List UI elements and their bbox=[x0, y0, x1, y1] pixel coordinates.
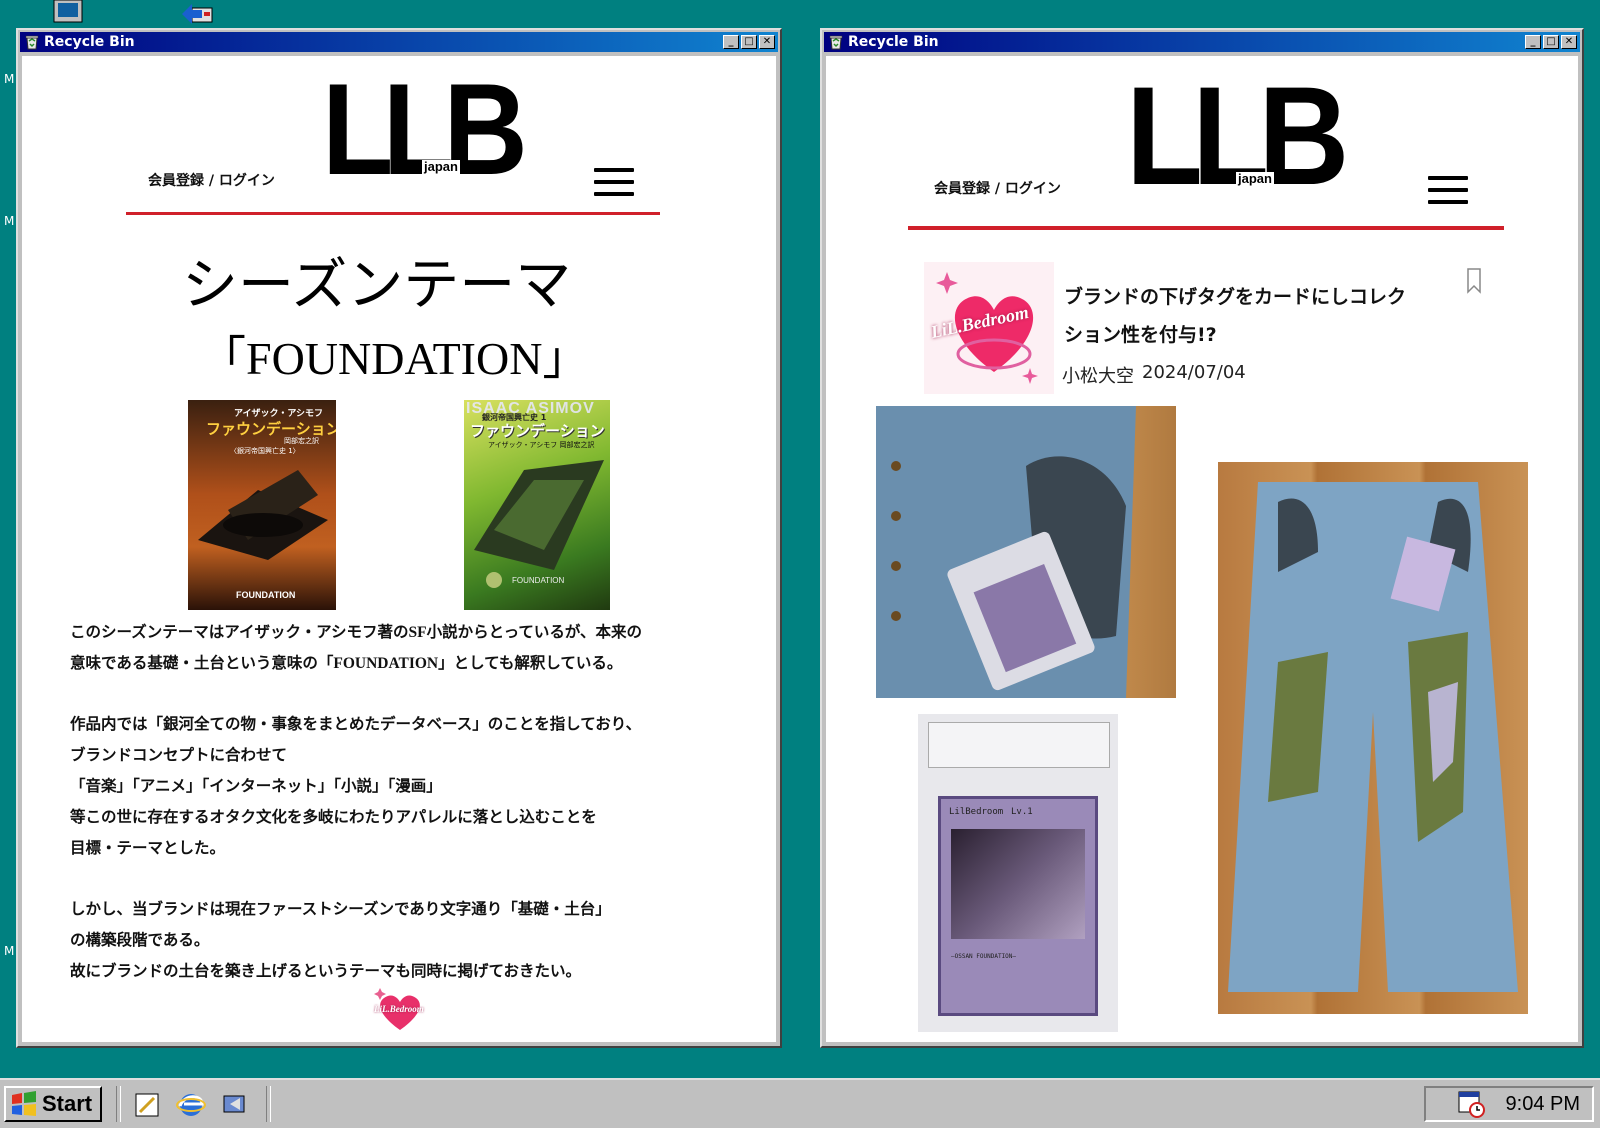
header-divider bbox=[126, 212, 660, 215]
close-button[interactable]: ✕ bbox=[1561, 35, 1577, 49]
page-title: シーズンテーマ bbox=[182, 255, 572, 317]
logo-sub: japan bbox=[1236, 171, 1274, 186]
article-title[interactable]: ブランドの下げタグをカードにしコレク ション性を付与!? bbox=[1064, 278, 1406, 354]
network-icon[interactable] bbox=[178, 0, 214, 26]
logo-sub: japan bbox=[422, 159, 460, 174]
windows-logo-icon bbox=[12, 1091, 36, 1116]
channels-icon[interactable] bbox=[220, 1090, 250, 1120]
desktop-icon-label: M bbox=[4, 72, 15, 86]
minimize-button[interactable]: _ bbox=[723, 35, 739, 49]
paragraph-line: しかし、当ブランドは現在ファーストシーズンであり文字通り「基礎・土台」 bbox=[70, 901, 611, 918]
paragraph-line: 故にブランドの土台を築き上げるというテーマも同時に掲げておきたい。 bbox=[70, 963, 582, 980]
book-bottom: FOUNDATION bbox=[236, 590, 296, 600]
paragraph-line: 目標・テーマとした。 bbox=[70, 840, 226, 857]
paragraph-line: 等この世に存在するオタク文化を多岐にわたりアパレルに落とし込むことを bbox=[70, 809, 597, 826]
paragraph-line: 「音楽」「アニメ」「インターネット」「小説」「漫画」 bbox=[70, 778, 442, 795]
recycle-bin-icon bbox=[25, 35, 39, 50]
book-cover-2: ISAAC ASIMOV 銀河帝国興亡史 1 ファウンデーション アイザック・ア… bbox=[464, 400, 610, 610]
scheduler-icon[interactable] bbox=[1456, 1089, 1486, 1119]
maximize-button[interactable]: □ bbox=[1543, 35, 1559, 49]
photo-graded-card: LilBedroom Lv.1 —OSSAN FOUNDATION— bbox=[918, 714, 1118, 1032]
hamburger-menu-icon[interactable] bbox=[594, 168, 634, 204]
header-divider bbox=[908, 226, 1504, 230]
minimize-button[interactable]: _ bbox=[1525, 35, 1541, 49]
lil-bedroom-logo: LiL.Bedroom bbox=[370, 986, 430, 1036]
notepad-icon[interactable] bbox=[132, 1090, 162, 1120]
article-title-line: ブランドの下げタグをカードにしコレク bbox=[1064, 286, 1407, 308]
clock[interactable]: 9:04 PM bbox=[1506, 1093, 1580, 1116]
card-frame: LilBedroom Lv.1 —OSSAN FOUNDATION— bbox=[938, 796, 1098, 1016]
paragraph-line: の構築段階である。 bbox=[70, 932, 210, 949]
window-right[interactable]: Recycle Bin _ □ ✕ 会員登録 / ログイン LLB japan … bbox=[820, 28, 1584, 1048]
book-title: ファウンデーション bbox=[470, 422, 605, 440]
paragraph-line: 作品内では「銀河全ての物・事象をまとめたデータベース」のことを指しており、 bbox=[70, 716, 642, 733]
login-link[interactable]: 会員登録 / ログイン bbox=[934, 178, 1061, 198]
footer-logo-text: LiL.Bedroom bbox=[374, 1004, 424, 1014]
photo-distressed-jeans bbox=[1218, 462, 1528, 1014]
paragraph-line: このシーズンテーマはアイザック・アシモフ著のSF小説からとっているが、本来の bbox=[70, 624, 643, 641]
my-computer-icon[interactable] bbox=[50, 0, 86, 26]
card-level: Lv.1 bbox=[1011, 807, 1033, 817]
article-author: 小松大空 bbox=[1062, 366, 1134, 387]
article-thumbnail[interactable]: LiL.Bedroom bbox=[924, 262, 1054, 394]
window-left[interactable]: Recycle Bin _ □ ✕ 会員登録 / ログイン LLB japan … bbox=[16, 28, 782, 1048]
window-titlebar[interactable]: Recycle Bin _ □ ✕ bbox=[20, 32, 778, 52]
paragraph-line: 意味である基礎・土台という意味の「FOUNDATION」としても解釈している。 bbox=[70, 655, 623, 672]
desktop-icon-label: M bbox=[4, 214, 15, 228]
close-button[interactable]: ✕ bbox=[759, 35, 775, 49]
internet-explorer-icon[interactable] bbox=[176, 1090, 206, 1120]
window-titlebar[interactable]: Recycle Bin _ □ ✕ bbox=[824, 32, 1580, 52]
logo-text: LLB bbox=[1126, 57, 1349, 214]
login-link[interactable]: 会員登録 / ログイン bbox=[148, 170, 275, 190]
article-title-line: ション性を付与!? bbox=[1064, 324, 1217, 346]
taskbar-separator bbox=[116, 1086, 121, 1122]
page-subtitle: 「FOUNDATION」 bbox=[200, 333, 589, 384]
card-name: LilBedroom bbox=[949, 807, 1004, 817]
logo-text: LLB bbox=[322, 56, 528, 202]
paragraph-line: ブランドコンセプトに合わせて bbox=[70, 747, 288, 764]
window-content: 会員登録 / ログイン LLB japan LiL.Bedroom ブランドの下… bbox=[826, 56, 1578, 1042]
photo-jeans-pocket bbox=[876, 406, 1176, 698]
llb-logo[interactable]: LLB japan bbox=[322, 64, 528, 194]
maximize-button[interactable]: □ bbox=[741, 35, 757, 49]
window-content: 会員登録 / ログイン LLB japan シーズンテーマ 「FOUNDATIO… bbox=[22, 56, 776, 1042]
start-label: Start bbox=[42, 1091, 93, 1116]
system-tray: 9:04 PM bbox=[1424, 1086, 1594, 1122]
recycle-bin-icon bbox=[829, 35, 843, 50]
book-series: 〈銀河帝国興亡史 1〉 bbox=[230, 447, 300, 455]
window-title: Recycle Bin bbox=[44, 34, 135, 50]
book-translator: 岡部宏之訳 bbox=[284, 437, 319, 445]
bookmark-icon[interactable] bbox=[1466, 268, 1482, 294]
start-button[interactable]: Start bbox=[4, 1086, 102, 1122]
desktop-icon-label: M bbox=[4, 944, 15, 958]
book-bottom: FOUNDATION bbox=[512, 576, 565, 585]
llb-logo[interactable]: LLB japan bbox=[1126, 66, 1349, 206]
article-date: 2024/07/04 bbox=[1142, 362, 1246, 383]
card-footer: —OSSAN FOUNDATION— bbox=[951, 953, 1017, 960]
hamburger-menu-icon[interactable] bbox=[1428, 176, 1468, 212]
taskbar-separator bbox=[266, 1086, 271, 1122]
book-cover-1: アイザック・アシモフ ファウンデーション 岡部宏之訳 〈銀河帝国興亡史 1〉 F… bbox=[188, 400, 336, 610]
taskbar: Start 9:04 PM bbox=[0, 1078, 1600, 1128]
window-title: Recycle Bin bbox=[848, 34, 939, 50]
book-author: アイザック・アシモフ 岡部宏之訳 bbox=[488, 441, 595, 449]
